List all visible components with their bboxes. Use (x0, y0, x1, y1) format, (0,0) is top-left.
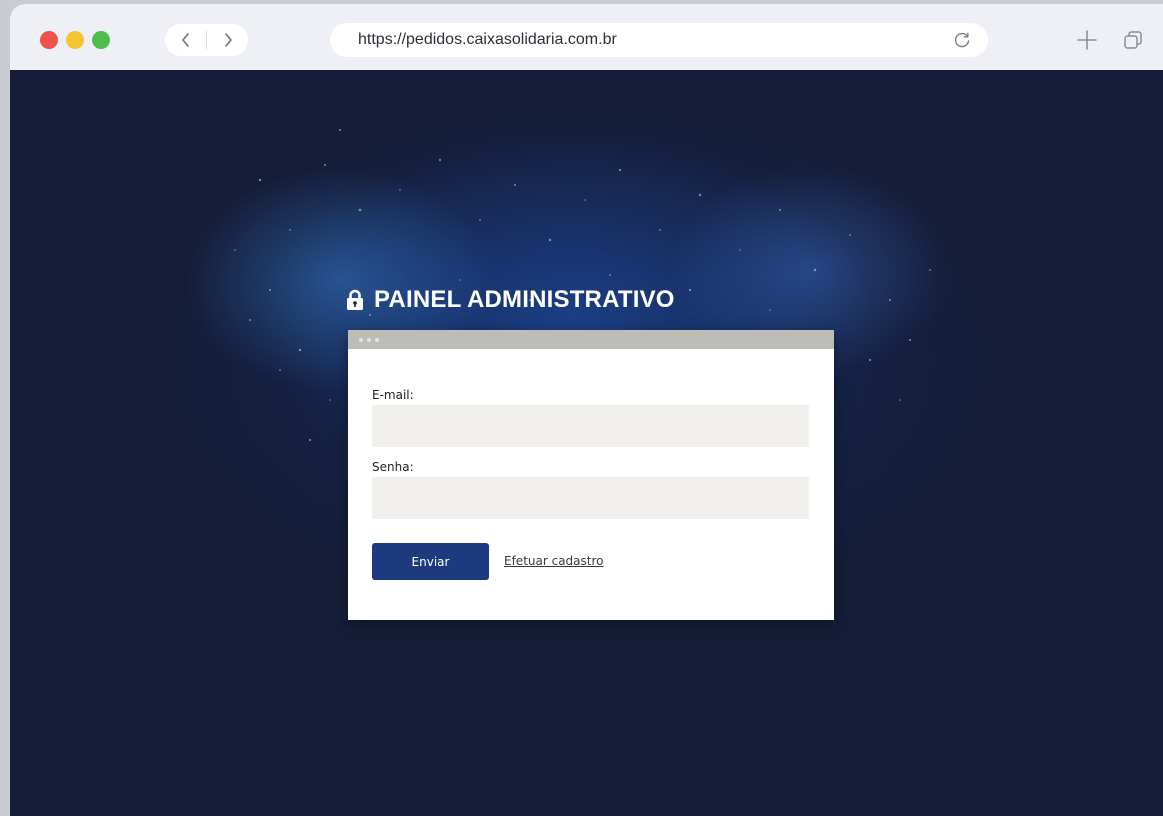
card-bar-dot (367, 338, 371, 342)
zoom-window-button[interactable] (92, 31, 110, 49)
email-field[interactable] (372, 405, 809, 447)
close-window-button[interactable] (40, 31, 58, 49)
forward-button[interactable] (207, 24, 248, 56)
browser-window: https://pedidos.caixasolidaria.com.br PA… (10, 4, 1163, 816)
reload-icon[interactable] (952, 30, 972, 50)
address-bar[interactable]: https://pedidos.caixasolidaria.com.br (330, 23, 988, 57)
tabs-overview-icon[interactable] (1122, 29, 1144, 51)
browser-toolbar: https://pedidos.caixasolidaria.com.br (10, 4, 1163, 70)
page-title: PAINEL ADMINISTRATIVO (346, 284, 675, 316)
lock-icon (347, 289, 363, 310)
minimize-window-button[interactable] (66, 31, 84, 49)
email-label: E-mail: (372, 388, 414, 402)
chevron-left-icon (181, 33, 189, 47)
page-title-text: PAINEL ADMINISTRATIVO (374, 286, 675, 313)
page-content: PAINEL ADMINISTRATIVO E-mail: Senha: Env… (10, 70, 1163, 816)
plus-icon[interactable] (1076, 29, 1098, 51)
login-card: E-mail: Senha: Enviar Efetuar cadastro (348, 330, 834, 620)
card-bar-dot (359, 338, 363, 342)
signup-link[interactable]: Efetuar cadastro (504, 554, 604, 568)
card-title-bar (348, 330, 834, 349)
navigation-controls (165, 24, 248, 56)
back-button[interactable] (165, 24, 206, 56)
password-field[interactable] (372, 477, 809, 519)
chevron-right-icon (224, 33, 232, 47)
url-text[interactable]: https://pedidos.caixasolidaria.com.br (358, 31, 617, 49)
card-bar-dot (375, 338, 379, 342)
password-label: Senha: (372, 460, 414, 474)
submit-button[interactable]: Enviar (372, 543, 489, 580)
